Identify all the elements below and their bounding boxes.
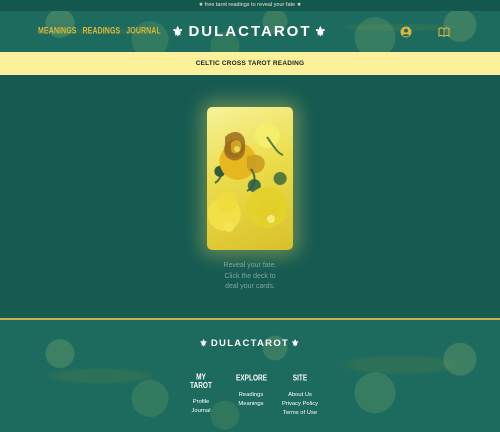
footer-link-terms-of-use[interactable]: Terms of Use bbox=[280, 409, 320, 418]
deck-instructions: Reveal your fate. Click the deck to deal… bbox=[200, 261, 300, 293]
footer-link-journal[interactable]: Journal bbox=[188, 407, 214, 416]
promo-text: ★ free tarot readings to reveal your fat… bbox=[198, 2, 302, 8]
site-logo[interactable]: ⚜ DULACTAROT ⚜ bbox=[172, 11, 328, 52]
footer-logo[interactable]: ⚜ DULACTAROT ⚜ bbox=[199, 338, 300, 349]
logo-text: DULACTAROT bbox=[188, 23, 312, 40]
footer-link-about-us[interactable]: About Us bbox=[280, 391, 320, 400]
footer-link-profile[interactable]: Profile bbox=[188, 398, 214, 407]
hint-line: deal your cards. bbox=[225, 283, 275, 290]
footer-column-my-tarot: MY TAROT Profile Journal bbox=[188, 373, 214, 416]
footer-column-title: MY TAROT bbox=[190, 373, 212, 391]
footer-column-explore: EXPLORE Readings Meanings bbox=[236, 374, 268, 409]
page-title-banner: CELTIC CROSS TAROT READING bbox=[0, 52, 500, 75]
hint-line: Reveal your fate. bbox=[223, 262, 277, 269]
promo-topbar: ★ free tarot readings to reveal your fat… bbox=[0, 0, 500, 11]
nav-link-journal[interactable]: JOURNAL bbox=[126, 27, 161, 36]
fleur-de-lis-icon: ⚜ bbox=[171, 23, 186, 39]
footer-column-site: SITE About Us Privacy Policy Terms of Us… bbox=[280, 374, 320, 418]
nav-link-readings[interactable]: READINGS bbox=[83, 27, 121, 36]
fleur-de-lis-icon: ⚜ bbox=[291, 338, 301, 348]
book-icon[interactable] bbox=[438, 26, 450, 38]
fleur-de-lis-icon: ⚜ bbox=[314, 23, 329, 39]
site-header: MEANINGS READINGS JOURNAL ⚜ DULACTAROT ⚜ bbox=[0, 11, 500, 52]
user-nav bbox=[400, 11, 450, 52]
footer-column-title: EXPLORE bbox=[236, 374, 268, 383]
reading-area: Reveal your fate. Click the deck to deal… bbox=[0, 75, 500, 318]
footer-logo-text: DULACTAROT bbox=[210, 338, 290, 349]
primary-nav: MEANINGS READINGS JOURNAL bbox=[38, 11, 161, 52]
footer-link-readings[interactable]: Readings bbox=[236, 391, 266, 400]
page-title: CELTIC CROSS TAROT READING bbox=[195, 60, 305, 67]
fleur-de-lis-icon: ⚜ bbox=[199, 338, 209, 348]
footer-link-meanings[interactable]: Meanings bbox=[236, 400, 266, 409]
nav-link-meanings[interactable]: MEANINGS bbox=[38, 27, 77, 36]
profile-icon[interactable] bbox=[400, 26, 412, 38]
footer-column-title: SITE bbox=[292, 374, 308, 383]
footer-link-privacy-policy[interactable]: Privacy Policy bbox=[280, 400, 320, 409]
tarot-deck[interactable] bbox=[207, 107, 293, 250]
deck-art-image bbox=[214, 132, 284, 232]
hint-line: Click the deck to bbox=[224, 272, 276, 280]
site-footer: ⚜ DULACTAROT ⚜ MY TAROT Profile Journal … bbox=[0, 318, 500, 432]
